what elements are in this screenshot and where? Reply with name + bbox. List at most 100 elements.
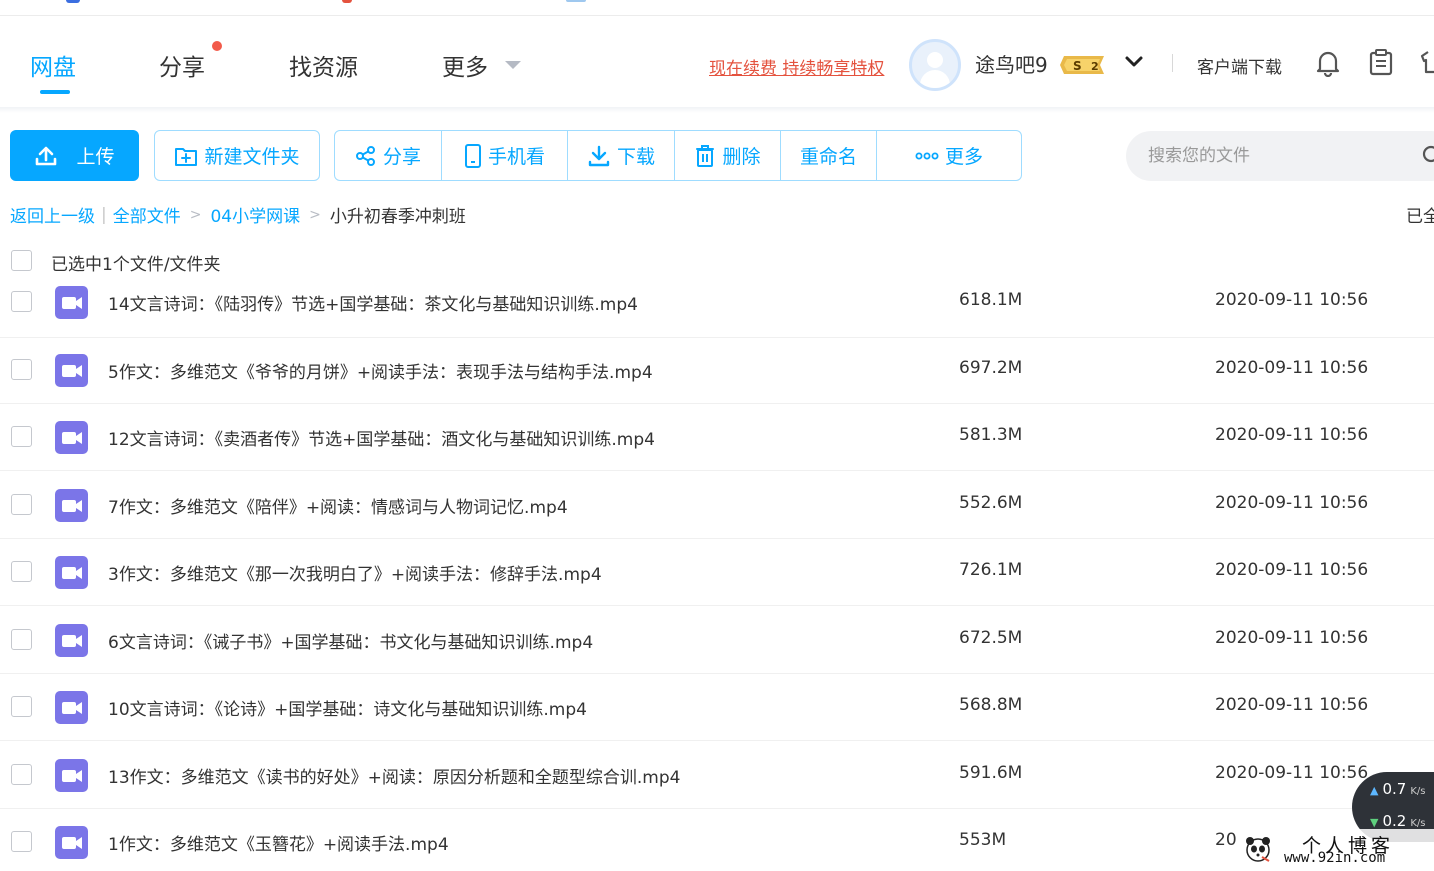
file-name[interactable]: 10文言诗词：《论诗》+国学基础：诗文化与基础知识训练.mp4 [108, 695, 587, 720]
renew-link[interactable]: 现在续费 持续畅享特权 [709, 54, 884, 79]
file-name[interactable]: 14文言诗词：《陆羽传》节选+国学基础：茶文化与基础知识训练.mp4 [108, 290, 638, 315]
more-actions-button[interactable]: 更多 [877, 131, 1021, 180]
row-checkbox[interactable] [11, 426, 32, 447]
breadcrumb-item-folder[interactable]: 04小学网课 [210, 202, 300, 227]
file-row[interactable]: 5作文：多维范文《爷爷的月饼》+阅读手法：表现手法与结构手法.mp4 697.2M… [0, 336, 1434, 404]
video-file-icon [55, 556, 88, 589]
row-checkbox[interactable] [11, 696, 32, 717]
search-icon[interactable] [1422, 145, 1434, 167]
file-row[interactable]: 13作文：多维范文《读书的好处》+阅读：原因分析题和全题型综合训.mp4 591.… [0, 741, 1434, 809]
file-row[interactable]: 1作文：多维范文《玉簪花》+阅读手法.mp4 553M 20 [0, 808, 1434, 871]
nav-share[interactable]: 分享 [159, 48, 205, 82]
breadcrumb: 返回上一级 | 全部文件 > 04小学网课 > 小升初春季冲刺班 [10, 202, 466, 228]
row-checkbox[interactable] [11, 494, 32, 515]
file-name[interactable]: 1作文：多维范文《玉簪花》+阅读手法.mp4 [108, 830, 449, 855]
breadcrumb-separator: | [101, 204, 107, 225]
file-modified-date: 2020-09-11 10:56 [1215, 425, 1369, 445]
browser-tab-strip [0, 0, 1434, 16]
select-all-checkbox[interactable] [11, 250, 32, 271]
file-row[interactable]: 7作文：多维范文《陪伴》+阅读：情感词与人物词记忆.mp4 552.6M 2020-… [0, 471, 1434, 539]
row-checkbox[interactable] [11, 764, 32, 785]
delete-button[interactable]: 删除 [675, 131, 781, 180]
new-folder-button[interactable]: 新建文件夹 [154, 130, 320, 181]
file-name[interactable]: 5作文：多维范文《爷爷的月饼》+阅读手法：表现手法与结构手法.mp4 [108, 358, 653, 383]
nav-netdisk[interactable]: 网盘 [30, 48, 76, 82]
delete-label: 删除 [722, 146, 761, 168]
upload-label: 上传 [76, 146, 115, 168]
file-size: 591.6M [959, 763, 1023, 783]
file-name[interactable]: 6文言诗词：《诫子书》+国学基础：书文化与基础知识训练.mp4 [108, 628, 593, 653]
more-actions-label: 更多 [944, 146, 983, 168]
download-arrow-icon: ▼ [1370, 816, 1379, 829]
file-name[interactable]: 12文言诗词：《卖酒者传》节选+国学基础：酒文化与基础知识训练.mp4 [108, 425, 655, 450]
video-file-icon [55, 489, 88, 522]
breadcrumb-back[interactable]: 返回上一级 [10, 202, 95, 227]
video-file-icon [55, 826, 88, 859]
vip-badge-level: 2 [1091, 60, 1099, 73]
client-download-link[interactable]: 客户端下载 [1197, 53, 1282, 78]
row-checkbox[interactable] [11, 359, 32, 380]
file-size: 568.8M [959, 695, 1023, 715]
download-icon [588, 145, 610, 166]
share-button[interactable]: 分享 [335, 131, 442, 180]
file-size: 618.1M [959, 290, 1023, 310]
username[interactable]: 途鸟吧9 [975, 49, 1048, 78]
file-modified-date: 2020-09-11 10:56 [1215, 560, 1369, 580]
file-name[interactable]: 3作文：多维范文《那一次我明白了》+阅读手法：修辞手法.mp4 [108, 560, 602, 585]
file-size: 552.6M [959, 493, 1023, 513]
breadcrumb-item-all-files[interactable]: 全部文件 [113, 202, 181, 227]
file-modified-date: 2020-09-11 10:56 [1215, 290, 1369, 310]
file-name[interactable]: 7作文：多维范文《陪伴》+阅读：情感词与人物词记忆.mp4 [108, 493, 568, 518]
mobile-view-button[interactable]: 手机看 [442, 131, 568, 180]
video-file-icon [55, 759, 88, 792]
row-checkbox[interactable] [11, 291, 32, 312]
header-divider [1172, 54, 1173, 72]
file-modified-date: 2020-09-11 10:56 [1215, 763, 1369, 783]
tab-favicon [342, 0, 352, 3]
download-button[interactable]: 下载 [568, 131, 675, 180]
shirt-icon[interactable] [1420, 48, 1434, 76]
file-list: 14文言诗词：《陆羽传》节选+国学基础：茶文化与基础知识训练.mp4 618.1M… [0, 270, 1434, 871]
chevron-down-icon[interactable] [1124, 54, 1144, 70]
vip-badge-icon: S 2 [1060, 56, 1104, 74]
rename-button[interactable]: 重命名 [781, 131, 877, 180]
nav-find-resources[interactable]: 找资源 [289, 48, 358, 82]
watermark-url: www.92in.com [1284, 850, 1386, 866]
bell-icon[interactable] [1315, 49, 1341, 77]
row-checkbox[interactable] [11, 629, 32, 650]
avatar[interactable] [909, 39, 961, 91]
watermark: 个人博客 www.92in.com [1240, 829, 1434, 871]
new-folder-icon [175, 147, 198, 166]
download-label: 下载 [616, 146, 655, 168]
file-size: 672.5M [959, 628, 1023, 648]
nav-more[interactable]: 更多 [442, 48, 488, 82]
breadcrumb-arrow: > [309, 206, 321, 223]
file-row[interactable]: 3作文：多维范文《那一次我明白了》+阅读手法：修辞手法.mp4 726.1M 202… [0, 538, 1434, 606]
panda-logo-icon [1246, 837, 1270, 862]
caret-down-icon[interactable] [505, 61, 521, 69]
file-row[interactable]: 14文言诗词：《陆羽传》节选+国学基础：茶文化与基础知识训练.mp4 618.1M… [0, 270, 1434, 338]
video-file-icon [55, 691, 88, 724]
download-speed-unit: K/s [1410, 818, 1426, 829]
file-row[interactable]: 10文言诗词：《论诗》+国学基础：诗文化与基础知识训练.mp4 568.8M 202… [0, 673, 1434, 741]
file-row[interactable]: 12文言诗词：《卖酒者传》节选+国学基础：酒文化与基础知识训练.mp4 581.3… [0, 403, 1434, 471]
search-input[interactable] [1148, 131, 1408, 181]
file-action-group: 分享 手机看 下载 删除 重命名 更多 [334, 130, 1022, 181]
phone-icon [464, 143, 481, 168]
share-icon [355, 145, 375, 166]
video-file-icon [55, 354, 88, 387]
download-speed-value: 0.2 [1382, 812, 1407, 830]
row-checkbox[interactable] [11, 561, 32, 582]
trash-icon [696, 144, 715, 167]
breadcrumb-current: 小升初春季冲刺班 [329, 207, 466, 227]
file-row[interactable]: 6文言诗词：《诫子书》+国学基础：书文化与基础知识训练.mp4 672.5M 202… [0, 606, 1434, 674]
upload-arrow-icon: ▲ [1370, 784, 1379, 797]
header-shadow [0, 107, 1434, 113]
row-checkbox[interactable] [11, 831, 32, 852]
tab-favicon [566, 0, 586, 2]
file-name[interactable]: 13作文：多维范文《读书的好处》+阅读：原因分析题和全题型综合训.mp4 [108, 763, 680, 788]
tab-favicon [66, 0, 80, 3]
clipboard-icon[interactable] [1368, 48, 1394, 76]
upload-button[interactable]: 上传 [10, 130, 139, 181]
notification-dot [212, 41, 222, 51]
